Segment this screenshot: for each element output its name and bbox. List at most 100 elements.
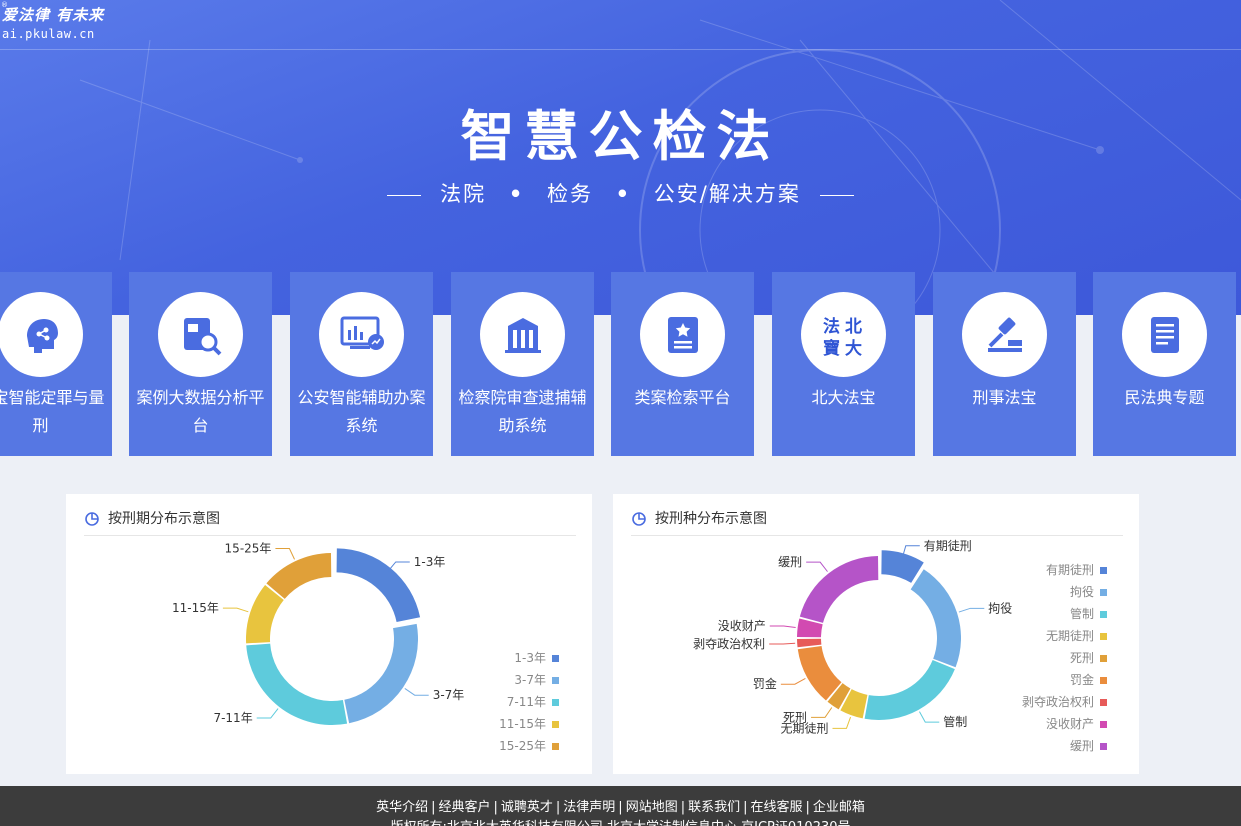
legend-label: 7-11年 [507, 695, 546, 709]
footer: 英华介绍 | 经典客户 | 诚聘英才 | 法律声明 | 网站地图 | 联系我们 | 在线客服 | 企业邮箱 … [0, 786, 1241, 826]
panel-title-text: 按刑种分布示意图 [655, 511, 767, 527]
slice-leader-line [832, 716, 852, 729]
slice-leader-line [256, 708, 279, 719]
footer-separator: | [680, 800, 686, 815]
subtitle-police: 公安/解决方案 [653, 182, 801, 206]
card-similar-case[interactable]: 类案检索平台 [611, 272, 754, 456]
chart-slice[interactable] [799, 556, 879, 623]
slice-leader-line [404, 688, 429, 696]
legend-label: 没收财产 [1046, 716, 1094, 731]
slice-label: 拘役 [988, 600, 1012, 615]
chart-slice[interactable] [266, 553, 332, 599]
legend-swatch[interactable] [1100, 743, 1107, 750]
legend-swatch[interactable] [552, 743, 559, 750]
footer-separator: | [493, 800, 498, 815]
sentence-term-donut-chart: 1-3年 3-7年 7-11年 11-15年 15-25年 1-3年 3-7年 7-11年 11… [172, 542, 559, 753]
sentence-term-panel: 按刑期分布示意图 1-3年 3-7年 7-11年 11-15年 15-25年 1-3年 3-… [66, 494, 592, 774]
panel-title: 按刑期分布示意图 [84, 502, 576, 536]
slice-leader-line [958, 607, 985, 613]
footer-link[interactable]: 英华介绍 [376, 800, 428, 815]
legend-label: 11-15年 [499, 717, 546, 731]
card-civil-code[interactable]: 民法典专题 [1093, 272, 1236, 456]
chart-slice[interactable] [246, 643, 348, 725]
product-cards: 法宝智能定罪与量刑 案例大数据分析平台 公安智能辅助办案系统 检察院审查逮捕辅助… [0, 272, 1241, 456]
footer-link[interactable]: 企业邮箱 [813, 800, 865, 815]
legend-label: 有期徒刑 [1046, 563, 1094, 577]
slice-leader-line [275, 548, 295, 560]
chart-slice[interactable] [797, 638, 822, 648]
legend-swatch[interactable] [1100, 611, 1107, 618]
slice-label: 15-25年 [225, 542, 272, 556]
chart-slice[interactable] [797, 645, 842, 701]
footer-separator: | [431, 800, 436, 815]
slice-label: 1-3年 [414, 555, 446, 569]
slice-label: 剥夺政治权利 [693, 637, 765, 651]
footer-link[interactable]: 法律声明 [563, 800, 615, 815]
legend-label: 罚金 [1070, 672, 1094, 687]
slice-leader-line [222, 607, 249, 613]
slice-label: 有期徒刑 [924, 539, 972, 553]
slice-leader-line [811, 707, 833, 718]
svg-text:法: 法 [823, 316, 840, 337]
logo-slogan: 爱法律 有未来 [2, 6, 105, 24]
card-label: 检察院审查逮捕辅助系统 [458, 388, 587, 435]
card-case-bigdata[interactable]: 案例大数据分析平台 [129, 272, 272, 456]
card-procuratorate-arrest[interactable]: 检察院审查逮捕辅助系统 [451, 272, 594, 456]
legend-label: 剥夺政治权利 [1022, 695, 1094, 709]
svg-text:北: 北 [845, 317, 862, 337]
brain-share-icon [0, 292, 83, 377]
footer-link[interactable]: 网站地图 [626, 800, 678, 815]
legend-swatch[interactable] [1100, 633, 1107, 640]
document-search-icon [158, 292, 243, 377]
svg-text:大: 大 [845, 338, 862, 359]
card-criminal-law[interactable]: 刑事法宝 [933, 272, 1076, 456]
card-sentencing[interactable]: 法宝智能定罪与量刑 [0, 272, 112, 456]
legend-swatch[interactable] [552, 677, 559, 684]
footer-separator: | [805, 800, 810, 815]
legend-swatch[interactable] [1100, 699, 1107, 706]
site-logo[interactable]: ® 爱法律 有未来 ai.pkulaw.cn [1, 1, 105, 41]
courthouse-icon [480, 292, 565, 377]
chart-slice[interactable] [344, 623, 418, 724]
slice-leader-line [780, 678, 806, 685]
footer-links: 英华介绍 | 经典客户 | 诚聘英才 | 法律声明 | 网站地图 | 联系我们 | 在线客服 | 企业邮箱 [0, 796, 1241, 815]
card-label: 刑事法宝 [972, 388, 1037, 407]
slice-label: 11-15年 [172, 601, 219, 615]
footer-link[interactable]: 诚聘英才 [501, 800, 553, 815]
legend-swatch[interactable] [1100, 567, 1107, 574]
legend-swatch[interactable] [1100, 655, 1107, 662]
chart-slice[interactable] [910, 569, 961, 668]
slice-label: 3-7年 [433, 688, 465, 702]
card-label: 类案检索平台 [634, 388, 731, 407]
footer-link[interactable]: 经典客户 [438, 800, 490, 815]
legend-swatch[interactable] [1100, 589, 1107, 596]
slice-leader-line [769, 625, 796, 628]
chart-slice[interactable] [864, 659, 955, 720]
legend-swatch[interactable] [552, 655, 559, 662]
legend-swatch[interactable] [552, 699, 559, 706]
card-police-assist[interactable]: 公安智能辅助办案系统 [290, 272, 433, 456]
slice-label: 7-11年 [213, 711, 252, 725]
panel-title-text: 按刑期分布示意图 [108, 511, 220, 527]
slice-label: 缓刑 [778, 555, 802, 569]
card-label: 公安智能辅助办案系统 [297, 388, 426, 435]
legend-swatch[interactable] [552, 721, 559, 728]
slice-label: 死刑 [783, 710, 807, 724]
footer-link[interactable]: 在线客服 [751, 800, 803, 815]
footer-separator: | [743, 800, 748, 815]
card-pkulaw[interactable]: 法 北 寶 大 北大法宝 [772, 272, 915, 456]
legend-label: 15-25年 [499, 739, 546, 753]
legend-swatch[interactable] [1100, 721, 1107, 728]
footer-copyright: 版权所有:北京北大英华科技有限公司 北京大学法制信息中心 京ICP证010230… [0, 816, 1241, 826]
footer-link[interactable]: 联系我们 [688, 800, 740, 815]
page-subtitle: 法院 • 检务 • 公安/解决方案 [0, 178, 1241, 208]
footer-separator: | [618, 800, 623, 815]
legend-label: 缓刑 [1070, 739, 1094, 753]
card-label: 法宝智能定罪与量刑 [0, 388, 105, 435]
hero-banner: ® 爱法律 有未来 ai.pkulaw.cn 智慧公检法 法院 • 检务 • 公… [0, 0, 1241, 315]
subtitle-right-line [819, 194, 854, 196]
legend-swatch[interactable] [1100, 677, 1107, 684]
chart-slice[interactable] [246, 584, 284, 644]
chart-slice[interactable] [336, 548, 421, 623]
registered-mark: ® [1, 1, 8, 9]
